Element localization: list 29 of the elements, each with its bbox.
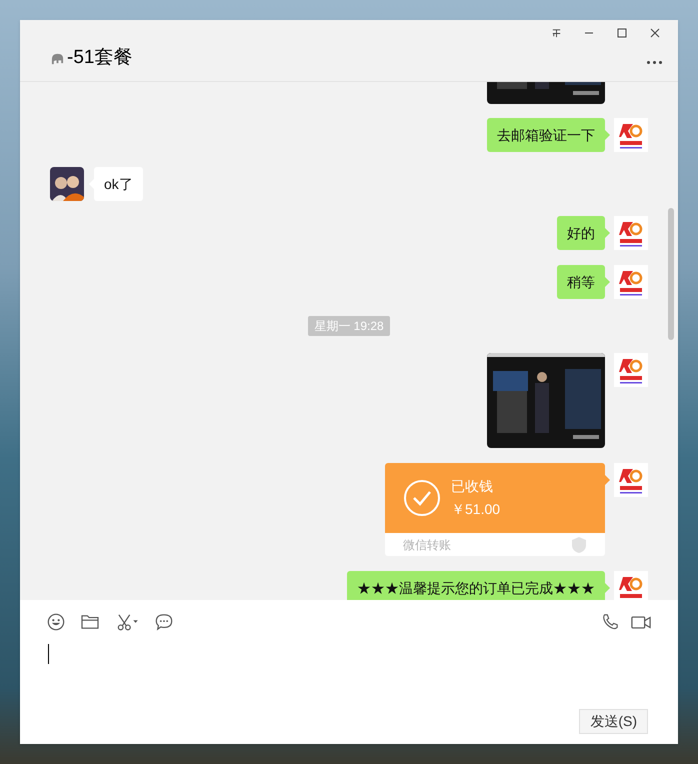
text-cursor [48, 644, 49, 664]
shop-logo-icon [614, 265, 648, 299]
bubble-tail [605, 583, 610, 593]
phone-icon[interactable] [601, 613, 619, 631]
shop-logo-icon [614, 353, 648, 387]
transfer-status: 已收钱 [451, 477, 494, 496]
close-icon [650, 28, 660, 38]
video-camera-icon[interactable] [631, 614, 651, 630]
elephant-icon [50, 52, 65, 64]
check-circle-icon [403, 479, 441, 517]
shop-logo-icon [614, 463, 648, 497]
pin-icon [550, 28, 562, 38]
shop-logo-icon [614, 216, 648, 250]
bubble-tail [605, 130, 610, 140]
shop-logo-icon [614, 118, 648, 152]
scissors-icon[interactable] [115, 613, 139, 631]
transfer-footer: 微信转账 [403, 536, 451, 554]
bubble-tail [605, 228, 610, 238]
window-title: -51套餐 [67, 46, 132, 70]
emoji-icon[interactable] [47, 613, 65, 631]
send-button[interactable]: 发送(S) [579, 709, 648, 734]
chat-bubble-icon[interactable] [155, 613, 173, 631]
transfer-amount: ￥51.00 [451, 500, 500, 519]
bubble-tail [605, 277, 610, 287]
shield-icon [571, 536, 587, 554]
scrollbar[interactable] [668, 208, 674, 340]
folder-icon[interactable] [81, 614, 99, 630]
timestamp: 星期一 19:28 [308, 316, 390, 336]
maximize-icon [617, 28, 627, 38]
